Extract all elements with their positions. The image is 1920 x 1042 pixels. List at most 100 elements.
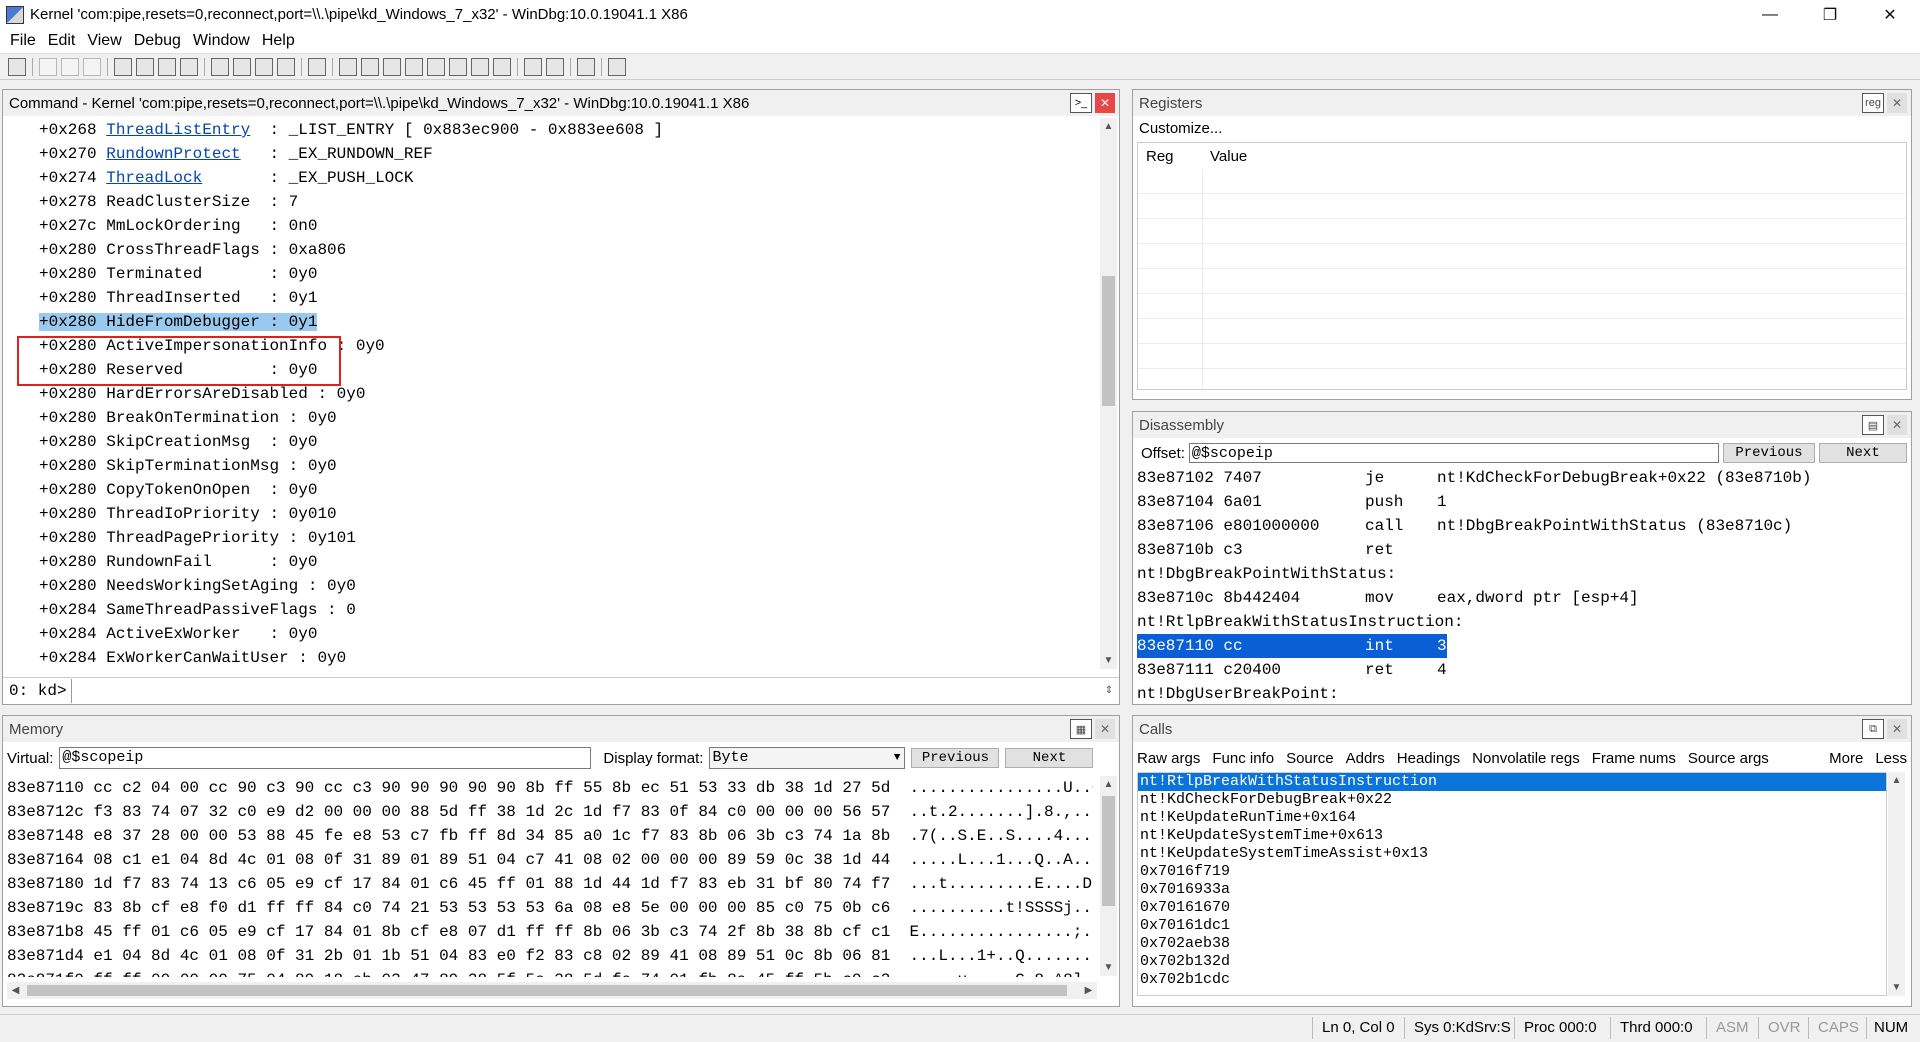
disasm-line[interactable]: 83e8710b c3 ret xyxy=(1137,538,1907,562)
calls-window-icon[interactable] xyxy=(449,57,467,76)
memory-row[interactable]: 83e87110 cc c2 04 00 cc 90 c3 90 cc c3 9… xyxy=(7,776,1093,800)
memory-previous-button[interactable]: Previous xyxy=(911,748,1000,768)
disasm-line[interactable]: 83e87106 e801000000 call nt!DbgBreakPointW… xyxy=(1137,514,1907,538)
disasm-previous-button[interactable]: Previous xyxy=(1722,443,1815,463)
call-frame[interactable]: 0x7016f719 xyxy=(1138,863,1886,881)
memory-close-icon[interactable]: ✕ xyxy=(1095,719,1115,739)
menu-file[interactable]: File xyxy=(4,32,42,50)
disasm-next-button[interactable]: Next xyxy=(1818,443,1907,463)
call-frame[interactable]: 0x702aeb38 xyxy=(1138,935,1886,953)
option-more[interactable]: More xyxy=(1829,750,1863,767)
call-frame[interactable]: 0x70161dc1 xyxy=(1138,917,1886,935)
disasm-line[interactable]: 83e87102 7407 je nt!KdCheckForDebugBreak+0… xyxy=(1137,466,1907,490)
option-source[interactable]: Source xyxy=(1286,750,1334,767)
watch-window-icon[interactable] xyxy=(361,57,379,76)
scroll-thumb[interactable] xyxy=(1102,276,1115,406)
option-source-args[interactable]: Source args xyxy=(1688,750,1769,767)
source-mode-icon[interactable] xyxy=(524,57,542,76)
registers-window-icon[interactable] xyxy=(405,57,423,76)
scroll-down-arrow-icon[interactable]: ▼ xyxy=(1100,652,1117,669)
paste-icon[interactable] xyxy=(83,57,101,76)
command-vertical-scrollbar[interactable]: ▲ ▼ xyxy=(1100,118,1117,669)
locals-window-icon[interactable] xyxy=(383,57,401,76)
scroll-thumb[interactable] xyxy=(1102,796,1115,906)
scroll-up-arrow-icon[interactable]: ▲ xyxy=(1100,118,1117,135)
disasm-line[interactable]: 83e87111 c20400 ret 4 xyxy=(1137,658,1907,682)
address-format-icon[interactable] xyxy=(546,57,564,76)
option-nonvolatile-regs[interactable]: Nonvolatile regs xyxy=(1472,750,1580,767)
calls-window-icon[interactable]: ⧉ xyxy=(1862,719,1884,739)
call-frame[interactable]: 0x7016933a xyxy=(1138,881,1886,899)
scratch-pad-icon[interactable] xyxy=(493,57,511,76)
step-out-icon[interactable] xyxy=(255,57,273,76)
restore-button[interactable]: ❐ xyxy=(1800,0,1860,29)
memory-row[interactable]: 83e87164 08 c1 e1 04 8d 4c 01 08 0f 31 8… xyxy=(7,848,1093,872)
command-window-icon[interactable] xyxy=(339,57,357,76)
call-frame[interactable]: nt!KdCheckForDebugBreak+0x22 xyxy=(1138,791,1886,809)
disasm-line[interactable]: 83e87104 6a01 push 1 xyxy=(1137,490,1907,514)
command-prompt-icon[interactable]: >_ xyxy=(1070,93,1092,113)
call-frame[interactable]: 0x702b132d xyxy=(1138,953,1886,971)
breakpoint-hand-icon[interactable] xyxy=(308,57,326,76)
memory-horizontal-scrollbar[interactable]: ◀ ▶ xyxy=(7,982,1097,999)
disasm-symbol-label[interactable]: nt!DbgUserBreakPoint: xyxy=(1137,682,1907,704)
scroll-left-arrow-icon[interactable]: ◀ xyxy=(7,982,24,999)
memory-row[interactable]: 83e871f0 ff ff 00 00 00 75 04 89 18 eb 0… xyxy=(7,968,1093,977)
field-link[interactable]: ThreadListEntry xyxy=(106,121,250,139)
input-spin-icon[interactable]: ⇕ xyxy=(1099,685,1119,696)
stop-debugging-icon[interactable] xyxy=(158,57,176,76)
disassembly-window-icon[interactable] xyxy=(471,57,489,76)
disasm-symbol-label[interactable]: nt!RtlpBreakWithStatusInstruction: xyxy=(1137,610,1907,634)
memory-vertical-scrollbar[interactable]: ▲ ▼ xyxy=(1100,776,1117,976)
memory-window-icon[interactable] xyxy=(427,57,445,76)
scroll-down-arrow-icon[interactable]: ▼ xyxy=(1100,959,1117,976)
menu-help[interactable]: Help xyxy=(256,32,301,50)
step-over-icon[interactable] xyxy=(233,57,251,76)
memory-window-icon[interactable]: ▦ xyxy=(1070,719,1092,739)
call-frame[interactable]: nt!KeUpdateSystemTimeAssist+0x13 xyxy=(1138,845,1886,863)
memory-row[interactable]: 83e8719c 83 8b cf e8 f0 d1 ff ff 84 c0 7… xyxy=(7,896,1093,920)
scroll-thumb-horizontal[interactable] xyxy=(27,985,1067,996)
calls-close-icon[interactable]: ✕ xyxy=(1887,719,1907,739)
font-icon[interactable] xyxy=(577,57,595,76)
field-link[interactable]: RundownProtect xyxy=(106,145,240,163)
disasm-symbol-label[interactable]: nt!DbgBreakPointWithStatus: xyxy=(1137,562,1907,586)
open-icon[interactable] xyxy=(8,57,26,76)
field-link[interactable]: ThreadLock xyxy=(106,169,202,187)
menu-window[interactable]: Window xyxy=(187,32,256,50)
option-less[interactable]: Less xyxy=(1875,750,1907,767)
go-icon[interactable] xyxy=(114,57,132,76)
minimize-button[interactable]: — xyxy=(1740,0,1800,29)
offset-input[interactable] xyxy=(1188,443,1719,463)
display-format-select[interactable]: Byte ▼ xyxy=(709,747,906,769)
memory-row[interactable]: 83e8712c f3 83 74 07 32 c0 e9 d2 00 00 0… xyxy=(7,800,1093,824)
memory-row[interactable]: 83e871d4 e1 04 8d 4c 01 08 0f 31 2b 01 1… xyxy=(7,944,1093,968)
menu-view[interactable]: View xyxy=(81,32,127,50)
disassembly-window-icon[interactable]: ▤ xyxy=(1862,415,1884,435)
disasm-current-line[interactable]: 83e87110 cc int 3 xyxy=(1137,634,1447,658)
command-input[interactable] xyxy=(71,679,1099,702)
memory-row[interactable]: 83e87148 e8 37 28 00 00 53 88 45 fe e8 5… xyxy=(7,824,1093,848)
scroll-right-arrow-icon[interactable]: ▶ xyxy=(1080,982,1097,999)
memory-next-button[interactable]: Next xyxy=(1005,748,1094,768)
options-icon[interactable] xyxy=(608,57,626,76)
menu-debug[interactable]: Debug xyxy=(128,32,187,50)
disasm-line[interactable]: 83e8710c 8b442404 mov eax,dword ptr [esp+4… xyxy=(1137,586,1907,610)
run-to-cursor-icon[interactable] xyxy=(277,57,295,76)
call-frame[interactable]: nt!KeUpdateRunTime+0x164 xyxy=(1138,809,1886,827)
scroll-down-arrow-icon[interactable]: ▼ xyxy=(1888,979,1905,996)
memory-row[interactable]: 83e871b8 45 ff 01 c6 05 e9 cf 17 84 01 8… xyxy=(7,920,1093,944)
call-frame[interactable]: 0x702b1cdc xyxy=(1138,971,1886,989)
call-frame-selected[interactable]: nt!RtlpBreakWithStatusInstruction xyxy=(1138,773,1886,791)
option-func-info[interactable]: Func info xyxy=(1212,750,1274,767)
option-addrs[interactable]: Addrs xyxy=(1346,750,1385,767)
menu-edit[interactable]: Edit xyxy=(42,32,82,50)
call-frame[interactable]: 0x70161670 xyxy=(1138,899,1886,917)
option-raw-args[interactable]: Raw args xyxy=(1137,750,1200,767)
cut-icon[interactable] xyxy=(39,57,57,76)
calls-vertical-scrollbar[interactable]: ▲ ▼ xyxy=(1888,772,1905,996)
customize-link[interactable]: Customize... xyxy=(1139,120,1222,137)
break-icon[interactable] xyxy=(180,57,198,76)
restart-icon[interactable] xyxy=(136,57,154,76)
scroll-up-arrow-icon[interactable]: ▲ xyxy=(1888,772,1905,789)
